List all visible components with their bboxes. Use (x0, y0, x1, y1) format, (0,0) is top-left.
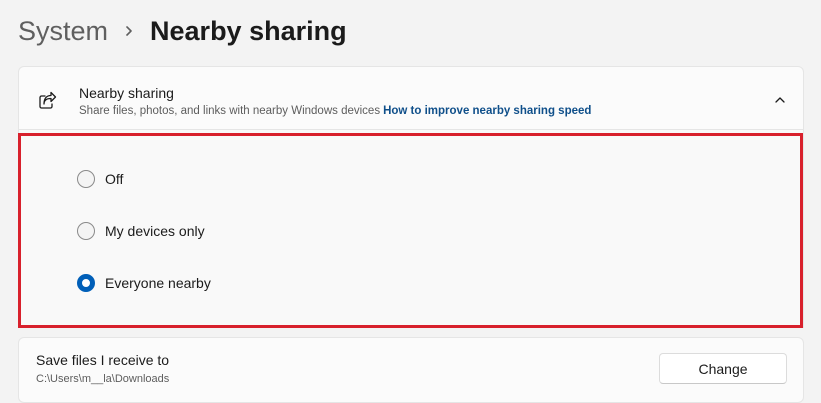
nearby-sharing-header[interactable]: Nearby sharing Share files, photos, and … (18, 66, 804, 130)
radio-button[interactable] (77, 222, 95, 240)
save-files-title: Save files I receive to (36, 352, 170, 368)
change-button[interactable]: Change (659, 353, 787, 384)
nearby-sharing-options: Off My devices only Everyone nearby (18, 130, 804, 328)
settings-page: System Nearby sharing Nearby sharing Sha… (0, 0, 821, 403)
nearby-sharing-title: Nearby sharing (79, 85, 174, 101)
radio-button-selected[interactable] (77, 274, 95, 292)
radio-label: Off (105, 171, 124, 187)
share-icon (37, 91, 57, 111)
chevron-up-icon[interactable] (773, 93, 787, 107)
description-text: Share files, photos, and links with near… (79, 105, 381, 117)
radio-button[interactable] (77, 170, 95, 188)
improve-speed-link[interactable]: How to improve nearby sharing speed (383, 105, 591, 117)
radio-option-my-devices-only[interactable]: My devices only (77, 219, 205, 243)
nearby-sharing-description: Share files, photos, and links with near… (79, 105, 591, 117)
radio-option-off[interactable]: Off (77, 167, 123, 191)
chevron-right-icon (108, 12, 150, 50)
radio-option-everyone-nearby[interactable]: Everyone nearby (77, 271, 211, 295)
page-title: Nearby sharing (150, 15, 347, 46)
save-files-path: C:\Users\m__la\Downloads (36, 373, 170, 385)
save-files-card: Save files I receive to C:\Users\m__la\D… (18, 337, 804, 403)
breadcrumb: System Nearby sharing (18, 12, 347, 50)
radio-label: Everyone nearby (105, 275, 211, 291)
radio-label: My devices only (105, 223, 205, 239)
breadcrumb-system[interactable]: System (18, 16, 108, 47)
